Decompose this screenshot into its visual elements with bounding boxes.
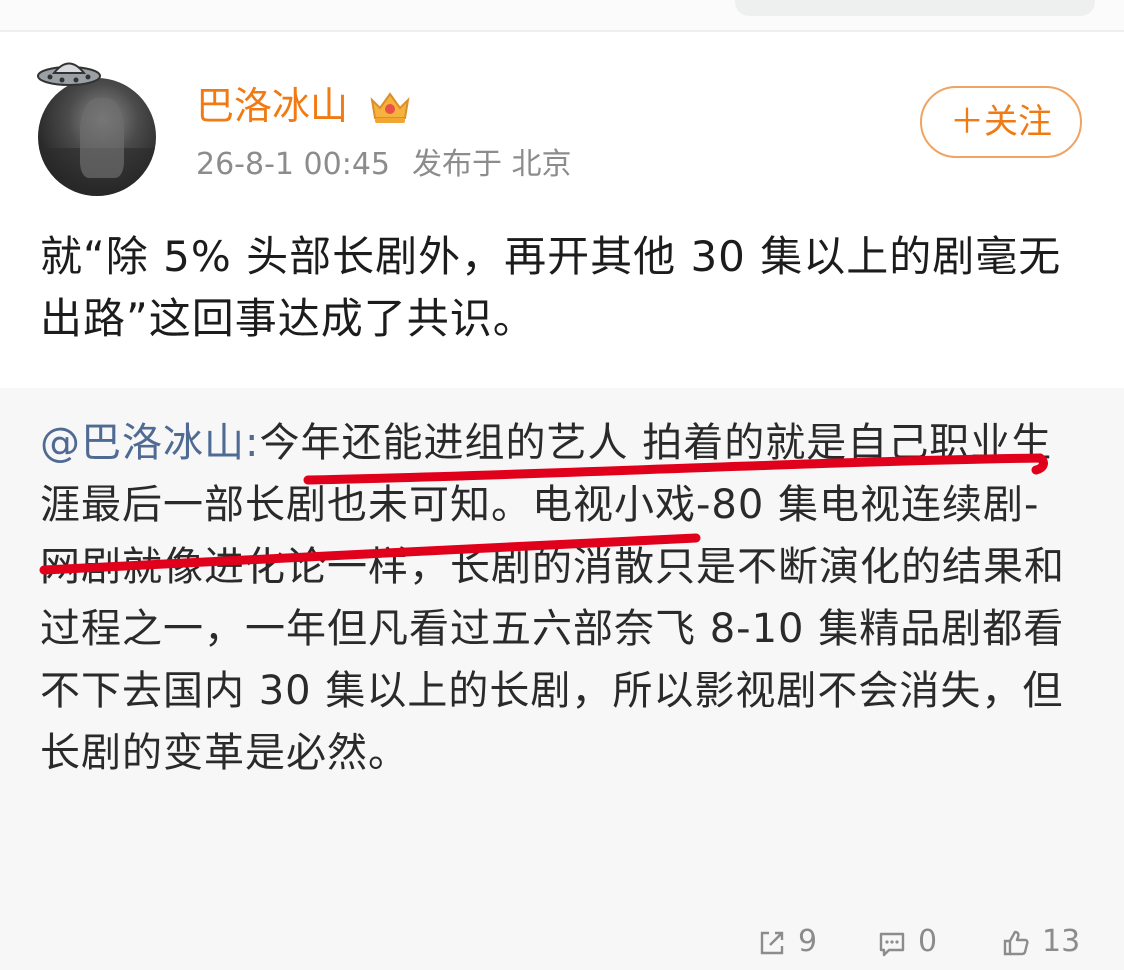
- post-text: 就“除 5% 头部长剧外，再开其他 30 集以上的剧毫无出路”这回事达成了共识。: [40, 232, 1062, 343]
- post-meta: 26-8-1 00:45 发布于 北京: [196, 146, 594, 184]
- post-timestamp: 26-8-1 00:45: [196, 147, 390, 182]
- share-icon: [760, 931, 784, 955]
- post-location: 发布于 北京: [412, 147, 572, 182]
- repost-separator: :: [245, 420, 260, 466]
- share-button[interactable]: 9: [756, 918, 836, 966]
- author-avatar-area[interactable]: [34, 48, 164, 198]
- like-button[interactable]: 13: [1000, 918, 1100, 966]
- thumbs-up-icon: [1003, 930, 1029, 956]
- top-strip: [0, 0, 1124, 30]
- repost-text: 今年还能进组的艺人 拍着的就是自己职业生涯最后一部长剧也未可知。电视小戏-80 …: [40, 420, 1065, 776]
- crown-icon: [370, 92, 410, 123]
- ufo-icon: [37, 62, 101, 86]
- like-count: 13: [1042, 924, 1081, 959]
- follow-button[interactable]: ＋关注: [920, 86, 1082, 158]
- divider: [0, 30, 1124, 32]
- avatar-figure: [80, 98, 124, 178]
- search-bar-edge: [735, 0, 1095, 16]
- comment-count: 0: [918, 924, 938, 959]
- repost-mention[interactable]: @巴洛冰山: [40, 420, 245, 466]
- author-name[interactable]: 巴洛冰山: [196, 84, 348, 128]
- repost-body: @巴洛冰山:今年还能进组的艺人 拍着的就是自己职业生涯最后一部长剧也未可知。电视…: [40, 412, 1070, 784]
- comment-icon: [879, 932, 905, 957]
- comment-button[interactable]: 0: [876, 918, 956, 966]
- avatar[interactable]: [38, 78, 156, 196]
- share-count: 9: [798, 924, 818, 959]
- action-bar: 9 0 13: [0, 918, 1124, 966]
